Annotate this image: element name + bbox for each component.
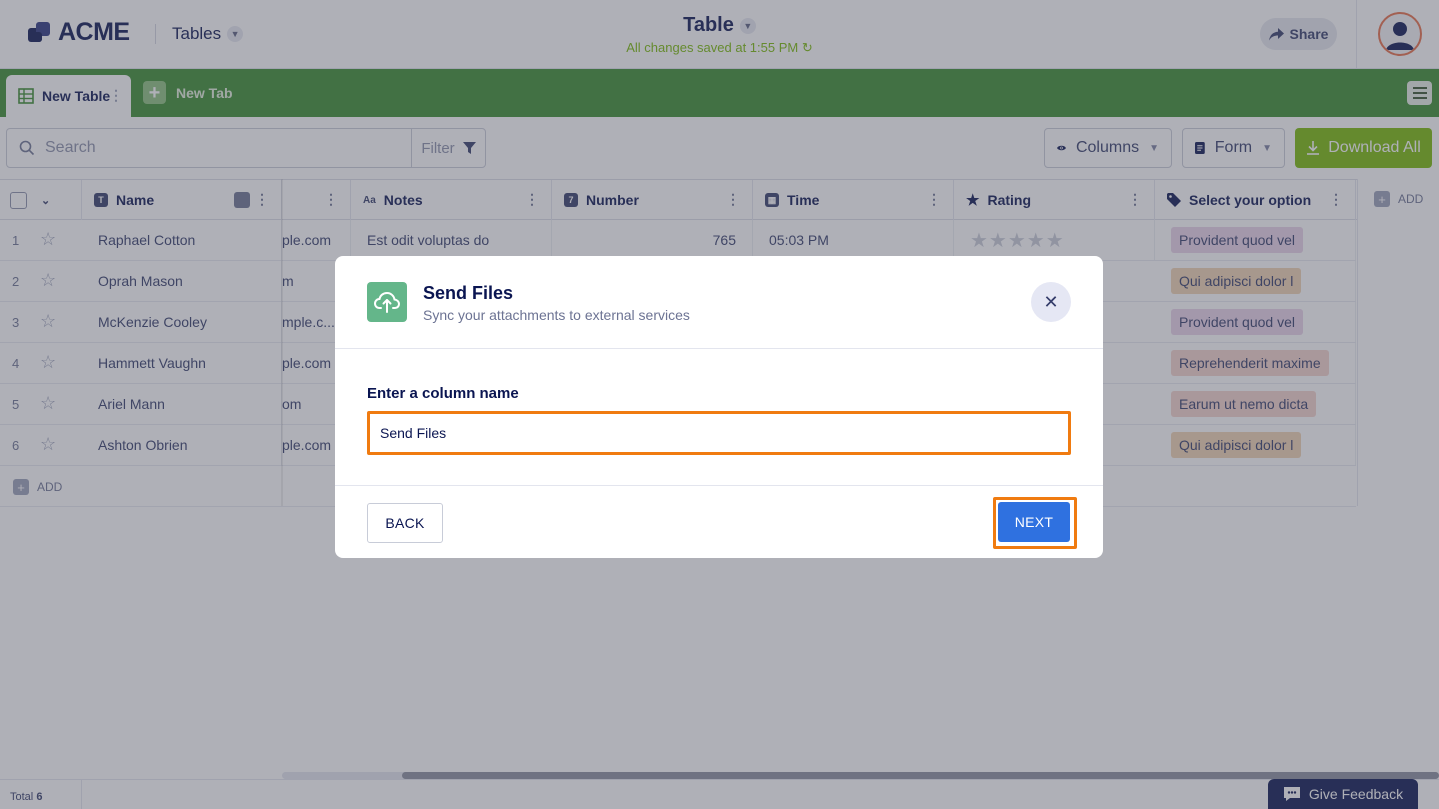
cloud-upload-icon: [367, 282, 407, 322]
close-icon: ✕: [1043, 291, 1059, 312]
send-files-dialog: Send Files Sync your attachments to exte…: [335, 256, 1103, 558]
dialog-header: Send Files Sync your attachments to exte…: [335, 256, 1103, 349]
next-button[interactable]: NEXT: [998, 502, 1070, 542]
column-name-field-label: Enter a column name: [367, 385, 519, 402]
column-name-input[interactable]: [380, 425, 1068, 441]
dialog-title: Send Files: [423, 283, 514, 303]
dialog-subtitle: Sync your attachments to external servic…: [423, 307, 690, 323]
back-button[interactable]: BACK: [367, 503, 443, 543]
close-button[interactable]: ✕: [1031, 282, 1071, 322]
dialog-footer: BACK NEXT: [335, 485, 1103, 558]
column-name-field: [367, 411, 1071, 455]
next-button-highlight: NEXT: [993, 497, 1077, 549]
